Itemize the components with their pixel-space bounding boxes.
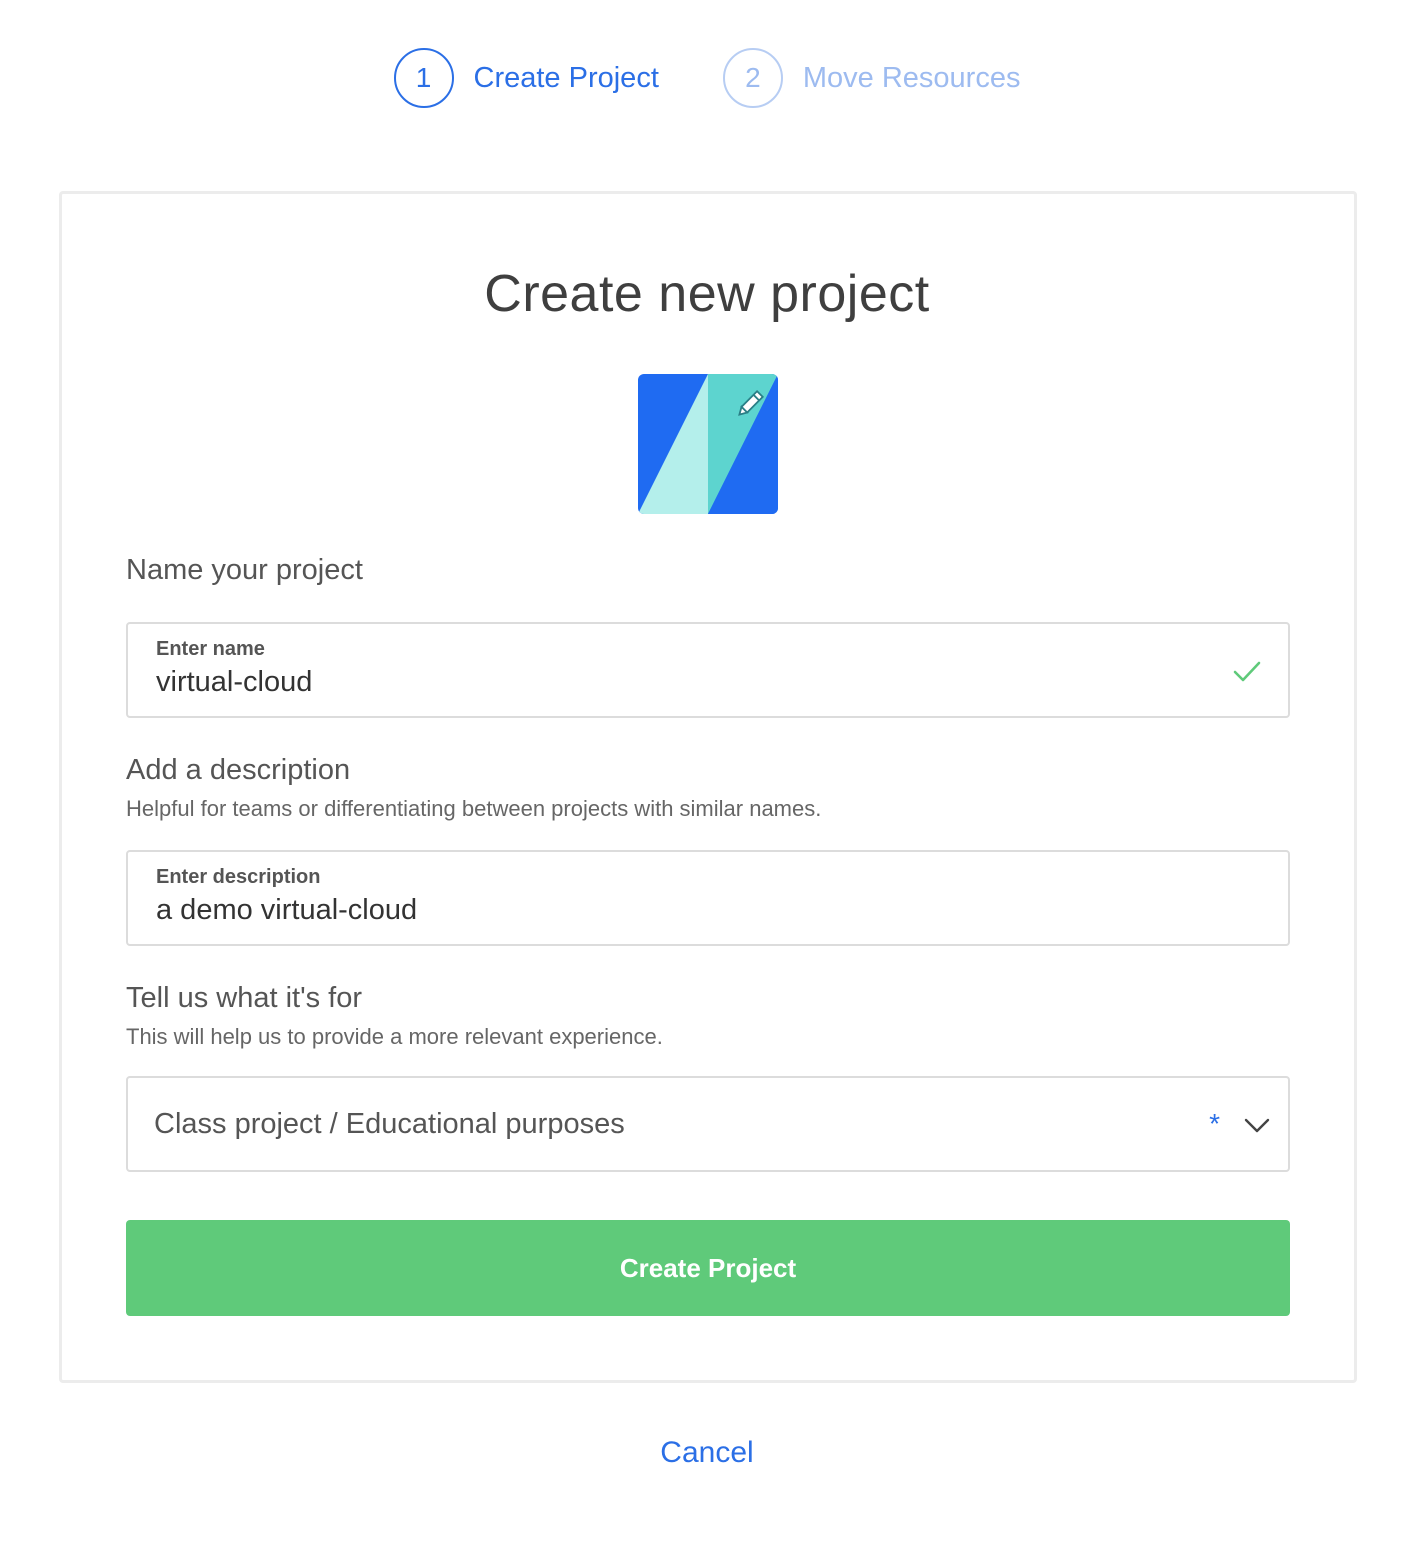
step-move-resources[interactable]: 2 Move Resources xyxy=(722,48,1021,108)
chevron-down-icon[interactable] xyxy=(1242,1110,1272,1140)
project-purpose-selected-value: Class project / Educational purposes xyxy=(154,1108,625,1140)
required-marker: * xyxy=(1209,1108,1220,1139)
step-number-circle: 1 xyxy=(393,48,454,108)
step-label: Create Project xyxy=(473,61,659,94)
stepper: 1 Create Project 2 Move Resources xyxy=(0,46,1414,110)
create-project-card xyxy=(59,191,1357,1383)
step-create-project[interactable]: 1 Create Project xyxy=(393,48,659,108)
name-section-title: Name your project xyxy=(126,554,363,586)
step-label: Move Resources xyxy=(802,61,1021,94)
description-section-title: Add a description xyxy=(126,754,351,786)
project-description-label: Enter description xyxy=(156,866,321,888)
purpose-section-title: Tell us what it's for xyxy=(126,982,363,1014)
project-purpose-select[interactable]: Class project / Educational purposes * xyxy=(126,1076,1290,1172)
project-name-input[interactable]: virtual-cloud xyxy=(156,666,312,699)
page-title: Create new project xyxy=(484,265,930,323)
project-avatar[interactable] xyxy=(638,374,778,514)
description-section-subtitle: Helpful for teams or differentiating bet… xyxy=(126,796,822,821)
create-project-button[interactable]: Create Project xyxy=(126,1220,1290,1316)
project-description-field[interactable]: Enter description a demo virtual-cloud xyxy=(126,850,1290,946)
step-number-circle: 2 xyxy=(722,48,783,108)
project-description-input[interactable]: a demo virtual-cloud xyxy=(156,894,417,927)
project-name-label: Enter name xyxy=(156,638,265,660)
cancel-link[interactable]: Cancel xyxy=(0,1436,1414,1470)
check-icon xyxy=(1233,661,1261,682)
project-name-field[interactable]: Enter name virtual-cloud xyxy=(126,622,1290,718)
purpose-section-subtitle: This will help us to provide a more rele… xyxy=(126,1024,663,1049)
project-avatar-edit-icon xyxy=(638,374,778,514)
